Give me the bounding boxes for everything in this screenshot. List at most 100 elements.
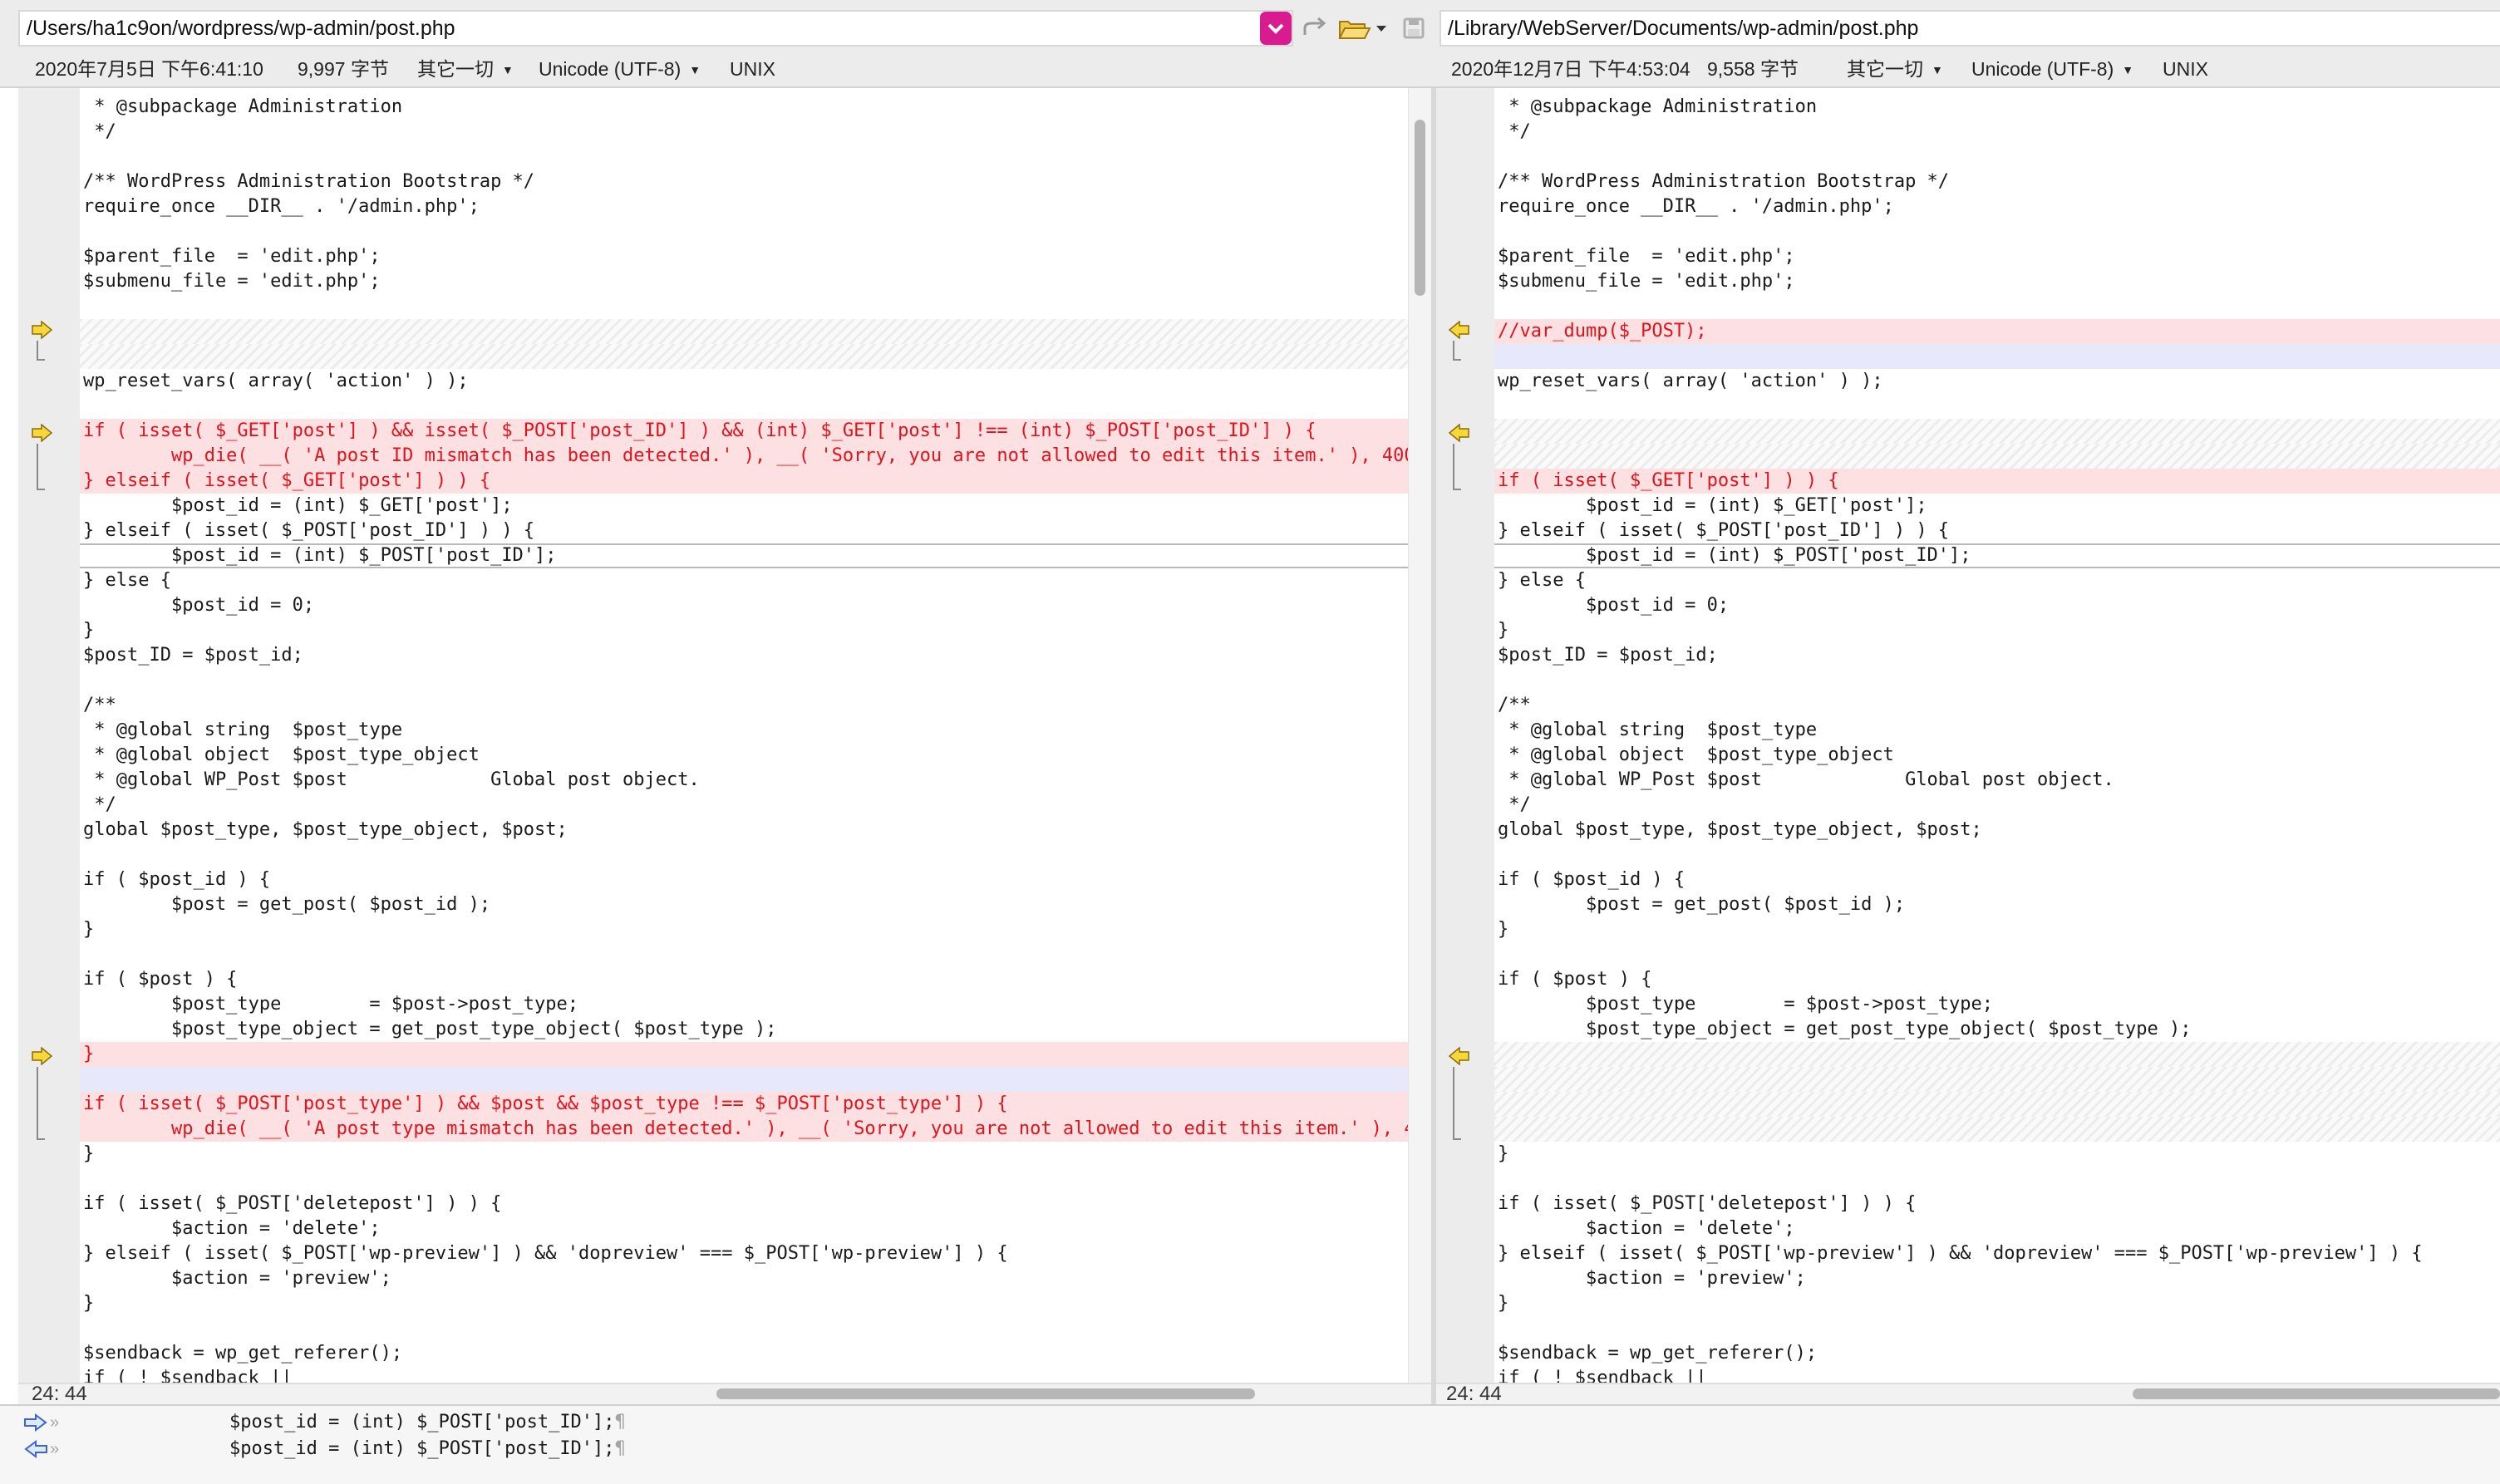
code-line[interactable] xyxy=(1494,668,2500,693)
code-line[interactable]: $post_type_object = get_post_type_object… xyxy=(80,1017,1408,1042)
code-line[interactable]: } xyxy=(80,917,1408,942)
code-line[interactable]: $parent_file = 'edit.php'; xyxy=(1494,244,2500,269)
right-encoding-select[interactable]: Unicode (UTF-8) ▼ xyxy=(1971,57,2133,82)
code-line[interactable] xyxy=(80,843,1408,867)
code-line[interactable]: $post = get_post( $post_id ); xyxy=(80,892,1408,917)
code-line[interactable] xyxy=(80,1067,1408,1092)
open-folder-button[interactable] xyxy=(1336,12,1373,45)
diff-arrow-left-icon[interactable] xyxy=(1448,320,1469,340)
code-line[interactable]: $submenu_file = 'edit.php'; xyxy=(1494,269,2500,294)
code-line-changed[interactable]: wp_die( __( 'A post type mismatch has be… xyxy=(80,1117,1408,1142)
code-line[interactable]: } xyxy=(80,618,1408,643)
code-line-changed[interactable]: wp_die( __( 'A post ID mismatch has been… xyxy=(80,444,1408,469)
right-editor[interactable]: * @subpackage Administration */ /** WordP… xyxy=(1494,88,2500,1383)
code-line[interactable] xyxy=(80,294,1408,319)
code-line[interactable]: if ( $post ) { xyxy=(80,967,1408,992)
code-line-changed[interactable]: if ( isset( $_GET['post'] ) ) { xyxy=(1494,469,2500,494)
code-line-changed[interactable]: if ( isset( $_GET['post'] ) && isset( $_… xyxy=(80,419,1408,444)
code-line[interactable]: * @subpackage Administration xyxy=(80,95,1408,120)
code-line[interactable]: * @global string $post_type xyxy=(80,718,1408,743)
code-line[interactable]: * @global WP_Post $post Global post obje… xyxy=(1494,768,2500,793)
code-line[interactable]: * @subpackage Administration xyxy=(1494,95,2500,120)
code-line[interactable] xyxy=(80,668,1408,693)
code-line[interactable]: global $post_type, $post_type_object, $p… xyxy=(80,818,1408,843)
code-line[interactable]: require_once __DIR__ . '/admin.php'; xyxy=(1494,194,2500,219)
save-button[interactable] xyxy=(1398,12,1430,45)
code-line[interactable]: * @global WP_Post $post Global post obje… xyxy=(80,768,1408,793)
code-line[interactable]: } xyxy=(1494,917,2500,942)
code-line[interactable]: $post_id = (int) $_GET['post']; xyxy=(1494,494,2500,518)
code-line[interactable] xyxy=(80,1316,1408,1341)
code-line[interactable]: if ( isset( $_POST['deletepost'] ) ) { xyxy=(80,1192,1408,1216)
code-line[interactable]: } elseif ( isset( $_POST['wp-preview'] )… xyxy=(80,1241,1408,1266)
diff-arrow-left-icon[interactable] xyxy=(1448,423,1469,443)
right-horizontal-scroll-thumb[interactable] xyxy=(2133,1388,2500,1399)
code-line[interactable] xyxy=(1494,344,2500,369)
code-line[interactable]: } elseif ( isset( $_POST['wp-preview'] )… xyxy=(1494,1241,2500,1266)
code-line[interactable]: $post = get_post( $post_id ); xyxy=(1494,892,2500,917)
code-line[interactable]: } else { xyxy=(1494,568,2500,593)
code-line[interactable]: } xyxy=(80,1142,1408,1167)
code-line[interactable] xyxy=(1494,1316,2500,1341)
code-line[interactable]: if ( isset( $_POST['deletepost'] ) ) { xyxy=(1494,1192,2500,1216)
code-line[interactable] xyxy=(1494,843,2500,867)
code-line[interactable]: if ( $post ) { xyxy=(1494,967,2500,992)
code-line[interactable]: $post_ID = $post_id; xyxy=(1494,643,2500,668)
code-line[interactable]: */ xyxy=(80,120,1408,145)
code-line[interactable]: $action = 'delete'; xyxy=(80,1216,1408,1241)
code-line[interactable]: } elseif ( isset( $_POST['post_ID'] ) ) … xyxy=(1494,518,2500,543)
code-line[interactable] xyxy=(1494,942,2500,967)
open-menu-button[interactable] xyxy=(1373,12,1390,45)
diff-arrow-right-icon[interactable] xyxy=(32,320,53,340)
code-line[interactable]: * @global string $post_type xyxy=(1494,718,2500,743)
code-line[interactable]: if ( ! $sendback || xyxy=(80,1366,1408,1383)
code-line[interactable]: $post_type = $post->post_type; xyxy=(80,992,1408,1017)
diff-arrow-right-icon[interactable] xyxy=(32,1046,53,1066)
code-line[interactable] xyxy=(80,145,1408,170)
code-line[interactable]: $sendback = wp_get_referer(); xyxy=(1494,1341,2500,1366)
diff-arrow-right-icon[interactable] xyxy=(32,423,53,443)
code-line[interactable]: $post_id = (int) $_POST['post_ID']; xyxy=(1494,543,2500,568)
code-line[interactable]: } xyxy=(1494,1291,2500,1316)
diff-arrow-left-icon[interactable] xyxy=(1448,1046,1469,1066)
code-line-changed[interactable]: } xyxy=(80,1042,1408,1067)
code-line[interactable]: } xyxy=(1494,1142,2500,1167)
code-line[interactable]: } elseif ( isset( $_POST['post_ID'] ) ) … xyxy=(80,518,1408,543)
code-line[interactable]: * @global object $post_type_object xyxy=(80,743,1408,768)
right-mode-select[interactable]: 其它一切 ▼ xyxy=(1847,57,1943,82)
code-line[interactable]: $sendback = wp_get_referer(); xyxy=(80,1341,1408,1366)
swap-button[interactable] xyxy=(1298,12,1330,45)
code-line[interactable]: $action = 'preview'; xyxy=(1494,1266,2500,1291)
code-line[interactable]: } xyxy=(80,1291,1408,1316)
left-vertical-scrollbar[interactable] xyxy=(1408,88,1431,1383)
code-line[interactable]: */ xyxy=(1494,120,2500,145)
code-line-changed[interactable]: if ( isset( $_POST['post_type'] ) && $po… xyxy=(80,1092,1408,1117)
code-line[interactable]: $post_type = $post->post_type; xyxy=(1494,992,2500,1017)
code-line[interactable]: * @global object $post_type_object xyxy=(1494,743,2500,768)
code-line[interactable] xyxy=(1494,219,2500,244)
code-line[interactable]: $post_id = (int) $_GET['post']; xyxy=(80,494,1408,518)
code-line[interactable]: $parent_file = 'edit.php'; xyxy=(80,244,1408,269)
left-encoding-select[interactable]: Unicode (UTF-8) ▼ xyxy=(539,57,701,82)
code-line[interactable]: /** xyxy=(1494,693,2500,718)
code-line[interactable]: /** WordPress Administration Bootstrap *… xyxy=(80,170,1408,194)
code-line[interactable]: /** xyxy=(80,693,1408,718)
code-line[interactable]: } else { xyxy=(80,568,1408,593)
path-menu-button[interactable] xyxy=(1260,12,1292,45)
code-line[interactable]: global $post_type, $post_type_object, $p… xyxy=(1494,818,2500,843)
right-gutter[interactable] xyxy=(1436,88,1494,1383)
code-line[interactable] xyxy=(1494,1167,2500,1192)
code-line[interactable]: if ( $post_id ) { xyxy=(80,867,1408,892)
code-line[interactable]: $action = 'preview'; xyxy=(80,1266,1408,1291)
left-path-field[interactable]: /Users/ha1c9on/wordpress/wp-admin/post.p… xyxy=(18,10,1293,47)
code-line[interactable]: $post_id = 0; xyxy=(80,593,1408,618)
code-line[interactable]: wp_reset_vars( array( 'action' ) ); xyxy=(1494,369,2500,394)
left-editor[interactable]: * @subpackage Administration */ /** WordP… xyxy=(80,88,1408,1383)
code-line[interactable]: $post_ID = $post_id; xyxy=(80,643,1408,668)
code-line[interactable] xyxy=(80,219,1408,244)
code-line[interactable]: */ xyxy=(1494,793,2500,818)
code-line[interactable] xyxy=(1494,294,2500,319)
left-gutter[interactable] xyxy=(18,88,80,1383)
code-line[interactable]: $post_id = (int) $_POST['post_ID']; xyxy=(80,543,1408,568)
code-line[interactable]: if ( $post_id ) { xyxy=(1494,867,2500,892)
